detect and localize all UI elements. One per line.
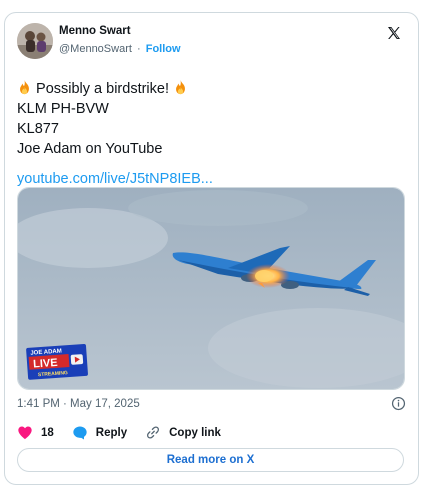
badge-live-text: LIVE <box>33 357 58 371</box>
author-name[interactable]: Menno Swart <box>59 25 131 37</box>
follow-button[interactable]: Follow <box>146 43 181 55</box>
tweet-line-3: KL877 <box>17 121 59 137</box>
read-more-button[interactable]: Read more on X <box>17 448 404 472</box>
tweet-card: Menno Swart @MennoSwart · Follow Possibl… <box>4 12 419 485</box>
tweet-timestamp[interactable]: 1:41 PM · May 17, 2025 <box>17 398 140 410</box>
author-handle[interactable]: @MennoSwart <box>59 43 132 55</box>
like-count: 18 <box>41 426 54 439</box>
youtube-link[interactable]: youtube.com/live/J5tNP8IEB... <box>17 171 213 187</box>
like-button[interactable]: 18 <box>17 425 54 440</box>
author-handle-row: @MennoSwart · Follow <box>59 43 181 55</box>
fire-emoji-icon <box>20 79 29 95</box>
heart-icon <box>18 426 32 440</box>
link-icon <box>147 426 160 439</box>
tweet-text: Possibly a birdstrike! KLM PH-BVW KL877 … <box>17 79 188 159</box>
tweet-line-1: Possibly a birdstrike! <box>17 79 188 99</box>
avatar[interactable] <box>17 23 53 59</box>
fire-emoji-icon <box>176 79 185 95</box>
copy-link-button[interactable]: Copy link <box>145 425 221 440</box>
tweet-actions: 18 Reply Copy link <box>17 425 239 440</box>
tweet-line-4: Joe Adam on YouTube <box>17 141 163 157</box>
reply-label: Reply <box>95 426 128 439</box>
tweet-media-image[interactable]: JOE ADAM LIVE STREAMING <box>17 187 405 390</box>
x-logo-icon[interactable] <box>386 25 402 41</box>
info-icon[interactable] <box>391 396 406 411</box>
separator-dot: · <box>136 43 141 55</box>
tweet-headline: Possibly a birdstrike! <box>36 81 169 97</box>
joe-adam-live-badge: JOE ADAM LIVE STREAMING <box>26 343 88 380</box>
reply-bubble-icon <box>73 426 87 440</box>
reply-button[interactable]: Reply <box>72 425 127 440</box>
copy-link-label: Copy link <box>169 426 221 439</box>
tweet-line-2: KLM PH-BVW <box>17 101 109 117</box>
